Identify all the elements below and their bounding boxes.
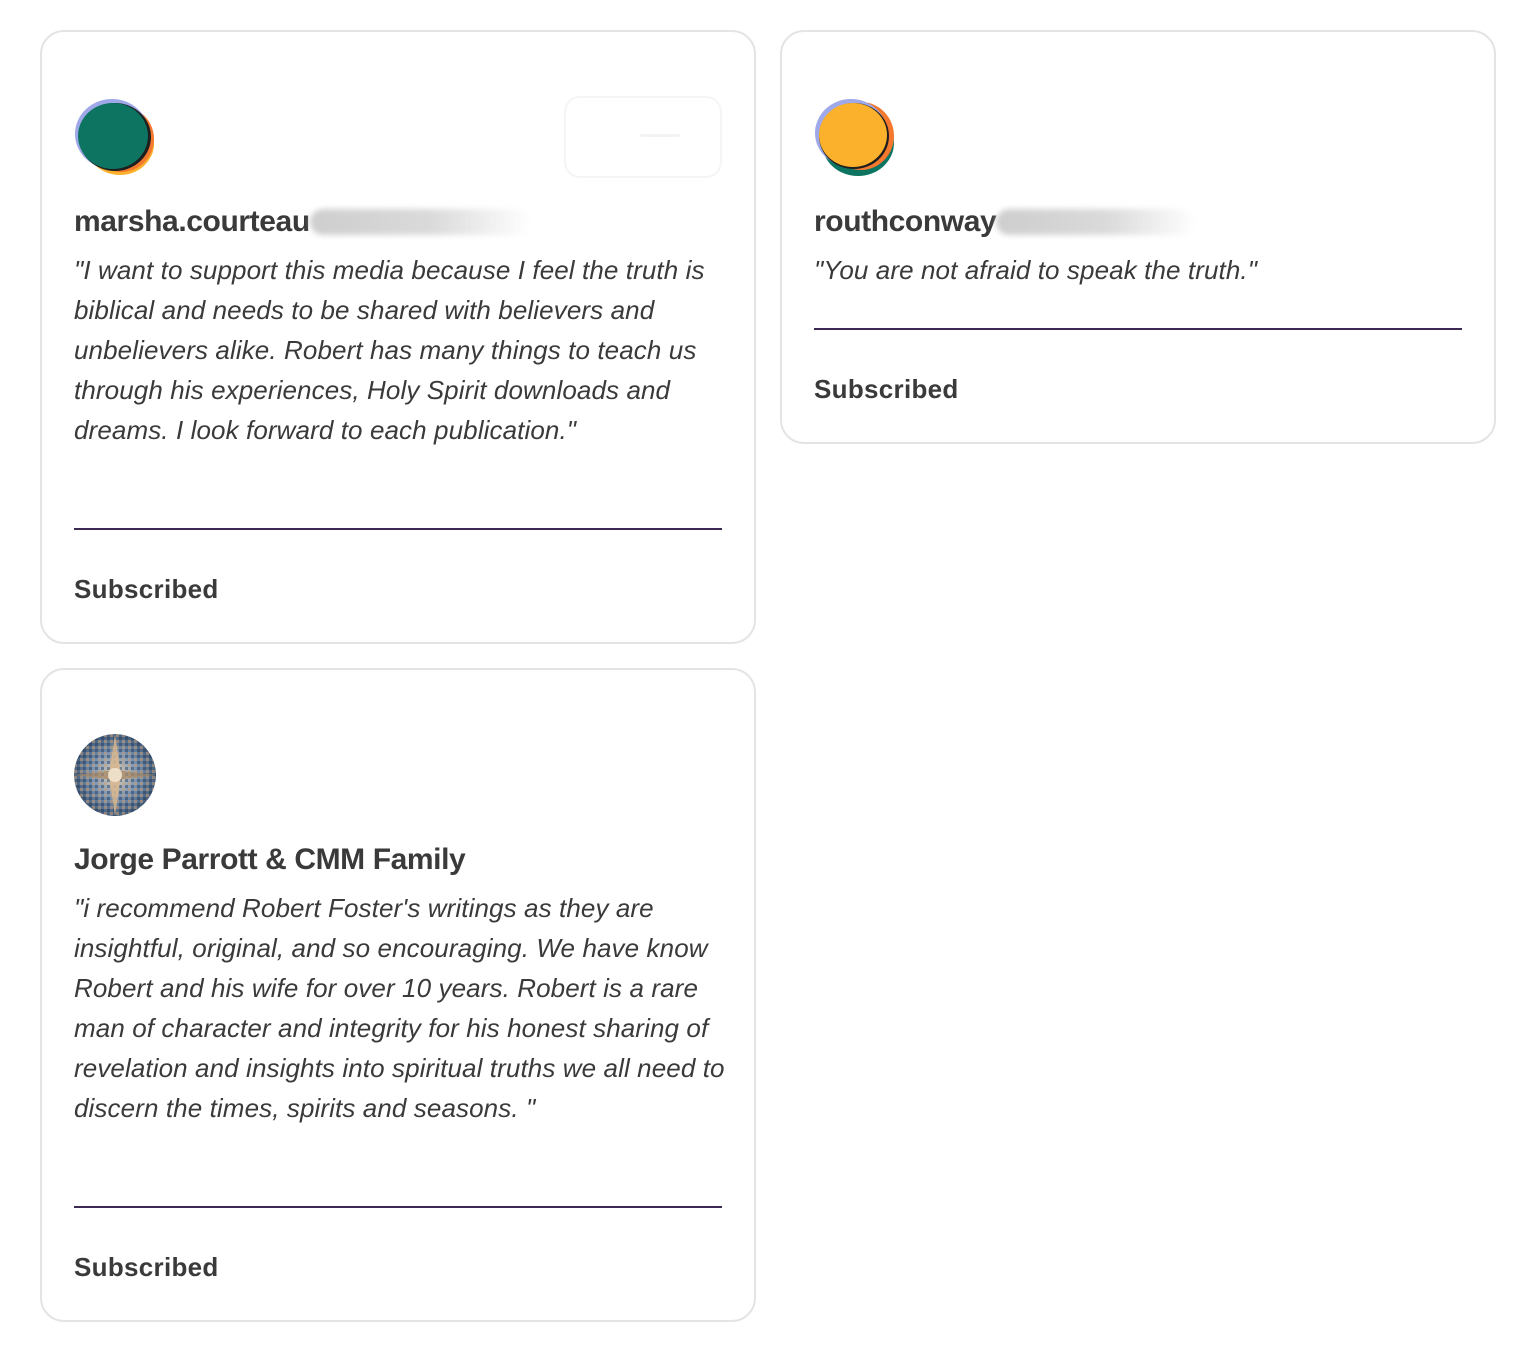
divider [814,328,1462,330]
commenter-name: marsha.courteau [74,205,310,238]
mirrored-architecture-photo-icon [74,734,156,816]
blob-avatar-icon [814,96,896,178]
faint-placeholder-button [564,96,722,178]
commenter-name: routhconway [814,205,997,238]
testimonial-quote: "You are not afraid to speak the truth." [814,255,1258,285]
redacted-email-blur [996,209,1197,235]
testimonial-card: Jorge Parrott & CMM Family "i recommend … [40,668,756,1322]
commenter-name-row: Jorge Parrott & CMM Family [74,838,466,882]
testimonial-card: routhconway "You are not afraid to speak… [780,30,1496,444]
commenter-name-row: routhconway [814,200,1197,244]
subscription-status: Subscribed [74,574,219,604]
subscription-status: Subscribed [74,1252,219,1282]
redacted-email-blur [309,209,530,235]
divider [74,1206,722,1208]
user-avatar [74,96,156,178]
testimonial-quote: "I want to support this media because I … [74,255,705,445]
divider [74,528,722,530]
subscription-status: Subscribed [814,374,959,404]
commenter-name: Jorge Parrott & CMM Family [74,843,466,876]
testimonial-card: marsha.courteau "I want to support this … [40,30,756,644]
blob-avatar-icon [74,96,156,178]
user-avatar [74,734,156,816]
testimonial-quote: "i recommend Robert Foster's writings as… [74,893,725,1123]
user-avatar [814,96,896,178]
commenter-name-row: marsha.courteau [74,200,530,244]
